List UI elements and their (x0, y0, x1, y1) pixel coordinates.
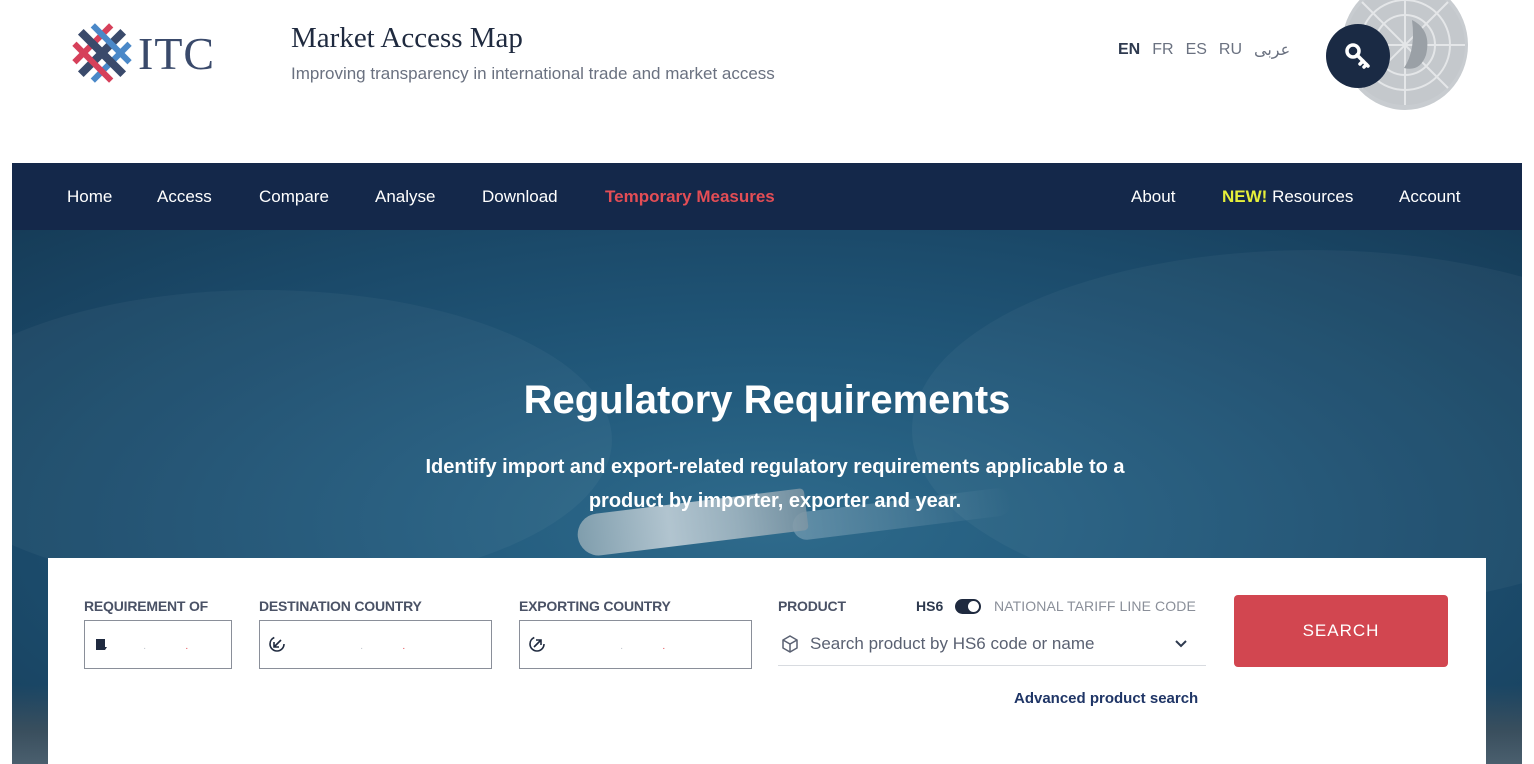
product-label: PRODUCT (778, 598, 846, 614)
site-title[interactable]: Market Access Map (291, 22, 523, 55)
language-switcher: EN FR ES RU عربى (1118, 40, 1290, 60)
nav-analyse[interactable]: Analyse (375, 163, 435, 230)
hero-wave (912, 250, 1522, 610)
nav-resources-label: Resources (1272, 187, 1354, 206)
lang-ru[interactable]: RU (1219, 41, 1242, 59)
exporting-country-select[interactable]: · · (519, 620, 752, 669)
login-key-button[interactable] (1326, 24, 1390, 88)
site-subtitle: Improving transparency in international … (291, 64, 775, 83)
exporting-value-placeholder: · · (620, 643, 684, 654)
nav-download[interactable]: Download (482, 163, 558, 230)
destination-country-label: DESTINATION COUNTRY (259, 598, 422, 614)
cube-icon (782, 634, 798, 653)
nav-compare[interactable]: Compare (259, 163, 329, 230)
ship-icon (96, 639, 107, 650)
lang-ar[interactable]: عربى (1254, 40, 1290, 60)
nav-access[interactable]: Access (157, 163, 212, 230)
nav-resources[interactable]: NEW! Resources (1222, 163, 1353, 230)
hero-wave (12, 290, 612, 590)
new-badge: NEW! (1222, 187, 1268, 206)
national-tariff-line-label: NATIONAL TARIFF LINE CODE (994, 598, 1196, 614)
requirement-of-select[interactable]: · · (84, 620, 232, 669)
arrow-in-icon (269, 636, 285, 652)
requirement-of-value-placeholder: · · (143, 643, 207, 654)
search-button[interactable]: SEARCH (1234, 595, 1448, 667)
nav-temporary-measures[interactable]: Temporary Measures (605, 163, 775, 230)
lang-fr[interactable]: FR (1152, 41, 1173, 59)
nav-account[interactable]: Account (1399, 163, 1460, 230)
itc-logo-icon (72, 23, 132, 83)
site-header: ITC Market Access Map Improving transpar… (0, 0, 1534, 163)
advanced-product-search-link[interactable]: Advanced product search (1014, 690, 1198, 707)
requirement-of-label: REQUIREMENT OF (84, 598, 208, 614)
hs6-toggle[interactable] (955, 599, 981, 614)
key-icon (1345, 43, 1370, 69)
page-description: Identify import and export-related regul… (425, 456, 1125, 512)
destination-value-placeholder: · · (360, 643, 424, 654)
nav-home[interactable]: Home (67, 163, 112, 230)
hs6-label: HS6 (916, 598, 944, 614)
logo-text: ITC (138, 27, 216, 79)
lang-en[interactable]: EN (1118, 41, 1140, 59)
main-nav: Home Access Compare Analyse Download Tem… (12, 163, 1522, 230)
chevron-down-icon[interactable] (1174, 639, 1188, 649)
exporting-country-label: EXPORTING COUNTRY (519, 598, 671, 614)
product-search-placeholder: Search product by HS6 code or name (810, 633, 1095, 653)
nav-about[interactable]: About (1131, 163, 1175, 230)
lang-es[interactable]: ES (1186, 41, 1207, 59)
product-search-input[interactable]: Search product by HS6 code or name (778, 622, 1206, 666)
destination-country-select[interactable]: · · (259, 620, 492, 669)
search-panel: REQUIREMENT OF · · DESTINATION COUNTRY ·… (48, 558, 1486, 764)
itc-logo[interactable]: ITC (72, 20, 232, 86)
page-title: Regulatory Requirements (523, 378, 1011, 422)
arrow-out-icon (529, 636, 545, 652)
